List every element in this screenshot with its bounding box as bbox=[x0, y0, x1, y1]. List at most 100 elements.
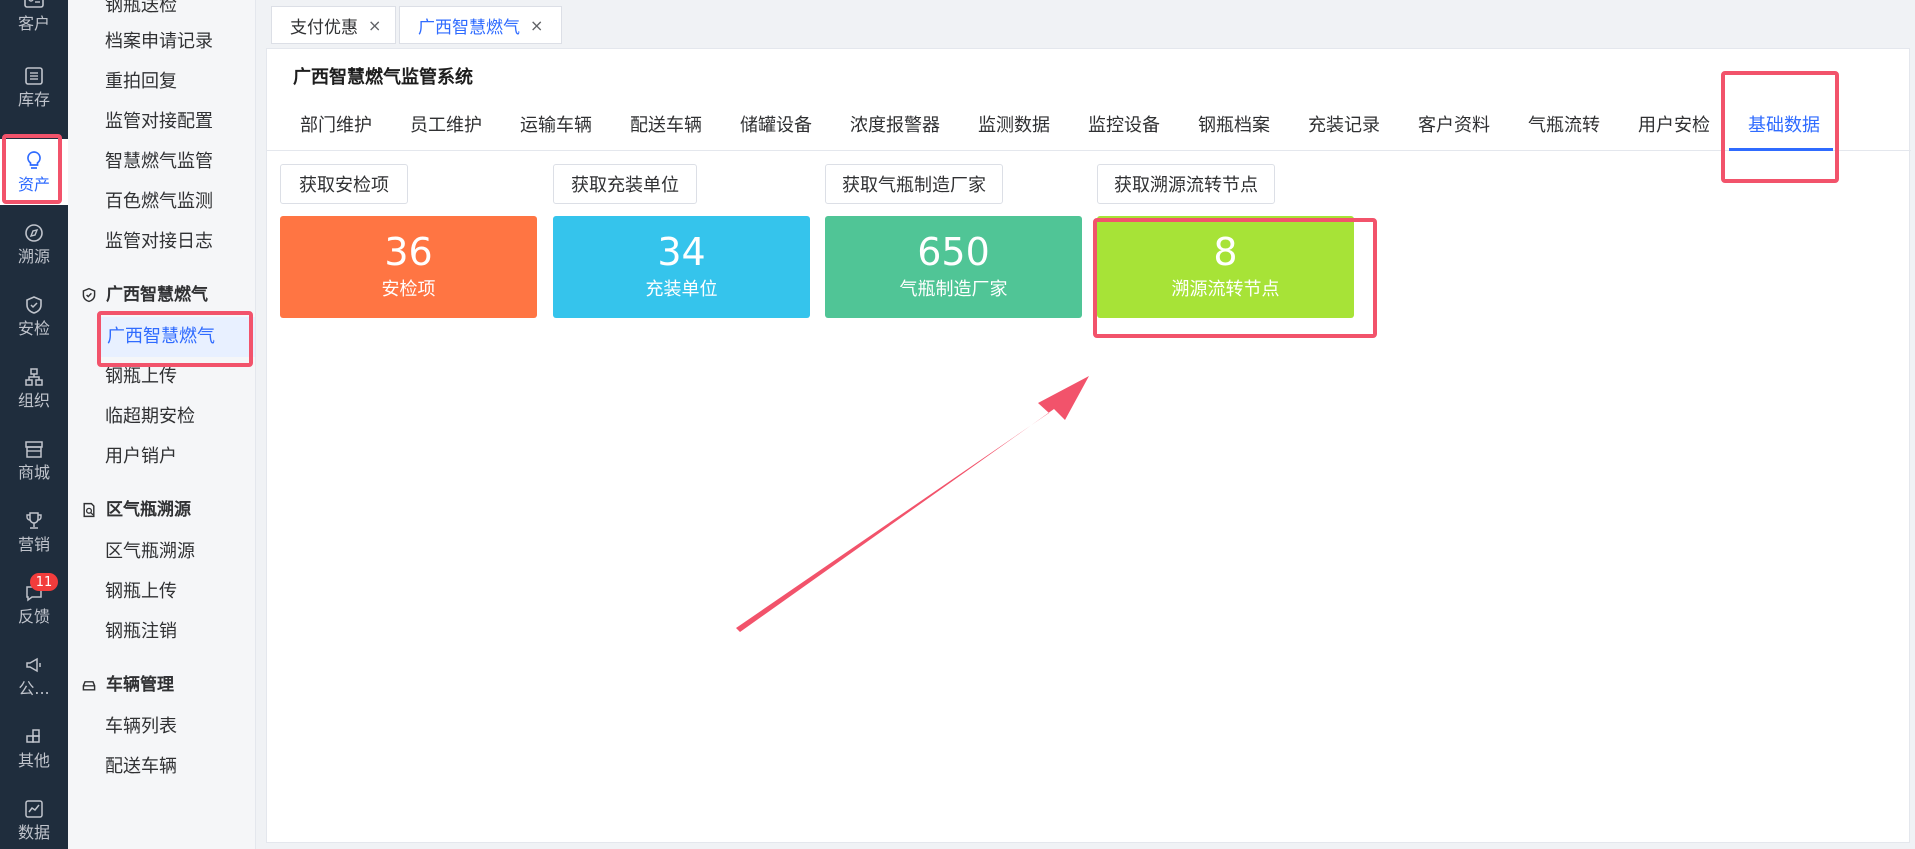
nav-tab[interactable]: 监测数据 bbox=[978, 101, 1050, 151]
nav-tab[interactable]: 监控设备 bbox=[1088, 101, 1160, 151]
page-tab-label: 广西智慧燃气 bbox=[418, 17, 520, 38]
fetch-trace-nodes-button[interactable]: 获取溯源流转节点 bbox=[1097, 164, 1275, 204]
rail-item-store[interactable]: 商城 bbox=[0, 427, 68, 493]
nav-tab[interactable]: 充装记录 bbox=[1308, 101, 1380, 151]
car-icon bbox=[80, 676, 98, 694]
submenu-item-active[interactable]: 广西智慧燃气 bbox=[97, 317, 255, 357]
stat-card-inspection[interactable]: 36 安检项 bbox=[280, 216, 537, 318]
rail-label: 客户 bbox=[17, 14, 50, 33]
nav-tabs: 部门维护 员工维护 运输车辆 配送车辆 储罐设备 浓度报警器 监测数据 监控设备… bbox=[267, 101, 1911, 151]
org-chart-icon bbox=[23, 366, 45, 388]
megaphone-icon bbox=[23, 654, 45, 676]
sub-menu: 钢瓶送检 档案申请记录 重拍回复 监管对接配置 智慧燃气监管 百色燃气监测 监管… bbox=[68, 0, 256, 849]
stat-label: 充装单位 bbox=[645, 279, 718, 300]
inventory-icon bbox=[23, 65, 45, 87]
grid-plus-icon bbox=[23, 726, 45, 748]
submenu-item[interactable]: 区气瓶溯源 bbox=[105, 532, 195, 572]
stat-card-filling[interactable]: 34 充装单位 bbox=[553, 216, 810, 318]
rail-label: 公... bbox=[18, 679, 50, 698]
stat-value: 34 bbox=[657, 230, 706, 274]
contact-card-icon bbox=[23, 0, 45, 11]
nav-tab[interactable]: 钢瓶档案 bbox=[1198, 101, 1270, 151]
stat-value: 8 bbox=[1213, 230, 1238, 274]
icon-rail: 客户 库存 资产 溯源 安检 组织 商城 营销 反馈 11 公... 其他 数据 bbox=[0, 0, 68, 849]
page-tab-label: 支付优惠 bbox=[290, 17, 358, 38]
rail-item-marketing[interactable]: 营销 bbox=[0, 499, 68, 565]
store-icon bbox=[23, 438, 45, 460]
submenu-item[interactable]: 钢瓶注销 bbox=[105, 612, 177, 652]
rail-item-other[interactable]: 其他 bbox=[0, 715, 68, 781]
nav-tab[interactable]: 运输车辆 bbox=[520, 101, 592, 151]
rail-label: 溯源 bbox=[17, 247, 50, 266]
close-icon[interactable]: × bbox=[368, 16, 381, 35]
nav-tab[interactable]: 用户安检 bbox=[1638, 101, 1710, 151]
document-search-icon bbox=[80, 501, 98, 519]
compass-icon bbox=[23, 222, 45, 244]
notification-badge: 11 bbox=[30, 573, 58, 591]
rail-item-feedback[interactable]: 反馈 11 bbox=[0, 571, 68, 637]
page-tab-gx[interactable]: 广西智慧燃气 × bbox=[399, 6, 562, 44]
submenu-item[interactable]: 档案申请记录 bbox=[105, 22, 213, 62]
submenu-group-title: 区气瓶溯源 bbox=[106, 500, 191, 520]
stat-label: 气瓶制造厂家 bbox=[899, 279, 1008, 300]
page-tabs: 支付优惠 × 广西智慧燃气 × bbox=[256, 0, 1915, 48]
rail-item-customer-top[interactable]: 客户 bbox=[0, 0, 68, 44]
nav-tab[interactable]: 员工维护 bbox=[410, 101, 482, 151]
submenu-item[interactable]: 钢瓶上传 bbox=[105, 357, 177, 397]
active-tab-indicator bbox=[1729, 148, 1833, 151]
nav-tab-active[interactable]: 基础数据 bbox=[1748, 101, 1820, 151]
nav-tab[interactable]: 部门维护 bbox=[300, 101, 372, 151]
fetch-manufacturers-button[interactable]: 获取气瓶制造厂家 bbox=[825, 164, 1003, 204]
page-tab-payment[interactable]: 支付优惠 × bbox=[271, 6, 396, 44]
rail-label: 营销 bbox=[17, 535, 50, 554]
lightbulb-icon bbox=[23, 150, 45, 172]
rail-label: 资产 bbox=[17, 175, 50, 194]
stat-value: 36 bbox=[384, 230, 433, 274]
submenu-item[interactable]: 钢瓶上传 bbox=[105, 572, 177, 612]
submenu-group-title: 广西智慧燃气 bbox=[106, 285, 208, 305]
submenu-group-trace[interactable]: 区气瓶溯源 bbox=[80, 490, 191, 530]
fetch-inspection-items-button[interactable]: 获取安检项 bbox=[280, 164, 408, 204]
nav-tab[interactable]: 客户资料 bbox=[1418, 101, 1490, 151]
stat-label: 溯源流转节点 bbox=[1171, 279, 1280, 300]
main-panel: 广西智慧燃气监管系统 部门维护 员工维护 运输车辆 配送车辆 储罐设备 浓度报警… bbox=[266, 48, 1911, 843]
trophy-icon bbox=[23, 510, 45, 532]
stat-card-manufacturer[interactable]: 650 气瓶制造厂家 bbox=[825, 216, 1082, 318]
rail-label: 反馈 bbox=[17, 607, 50, 626]
close-icon[interactable]: × bbox=[530, 16, 543, 35]
nav-tab[interactable]: 配送车辆 bbox=[630, 101, 702, 151]
rail-label: 安检 bbox=[17, 319, 50, 338]
rail-item-data[interactable]: 数据 bbox=[0, 787, 68, 849]
rail-label: 其他 bbox=[17, 751, 50, 770]
nav-tab[interactable]: 气瓶流转 bbox=[1528, 101, 1600, 151]
nav-tab[interactable]: 浓度报警器 bbox=[850, 101, 940, 151]
rail-label: 库存 bbox=[17, 90, 50, 109]
rail-item-org[interactable]: 组织 bbox=[0, 355, 68, 421]
submenu-item[interactable]: 配送车辆 bbox=[105, 747, 177, 787]
submenu-item[interactable]: 临超期安检 bbox=[105, 397, 195, 437]
nav-tab[interactable]: 储罐设备 bbox=[740, 101, 812, 151]
submenu-item[interactable]: 车辆列表 bbox=[105, 707, 177, 747]
submenu-item[interactable]: 监管对接配置 bbox=[105, 102, 213, 142]
submenu-item[interactable]: 监管对接日志 bbox=[105, 222, 213, 262]
stat-value: 650 bbox=[917, 230, 990, 274]
rail-item-inventory[interactable]: 库存 bbox=[0, 54, 68, 120]
shield-check-icon bbox=[80, 286, 98, 304]
submenu-item[interactable]: 重拍回复 bbox=[105, 62, 177, 102]
rail-label: 商城 bbox=[17, 463, 50, 482]
submenu-group-gx[interactable]: 广西智慧燃气 bbox=[80, 275, 208, 315]
submenu-group-vehicle[interactable]: 车辆管理 bbox=[80, 665, 174, 705]
fetch-filling-units-button[interactable]: 获取充装单位 bbox=[553, 164, 697, 204]
rail-label: 组织 bbox=[17, 391, 50, 410]
rail-item-assets[interactable]: 资产 bbox=[0, 139, 68, 205]
submenu-item[interactable]: 百色燃气监测 bbox=[105, 182, 213, 222]
submenu-item[interactable]: 用户销户 bbox=[105, 437, 177, 477]
rail-item-announcement[interactable]: 公... bbox=[0, 643, 68, 709]
submenu-item[interactable]: 智慧燃气监管 bbox=[105, 142, 213, 182]
rail-label: 数据 bbox=[17, 823, 50, 842]
stat-card-trace-nodes[interactable]: 8 溯源流转节点 bbox=[1097, 216, 1354, 318]
stat-label: 安检项 bbox=[381, 279, 436, 300]
submenu-group-title: 车辆管理 bbox=[106, 675, 174, 695]
rail-item-inspection[interactable]: 安检 bbox=[0, 283, 68, 349]
rail-item-trace[interactable]: 溯源 bbox=[0, 211, 68, 277]
